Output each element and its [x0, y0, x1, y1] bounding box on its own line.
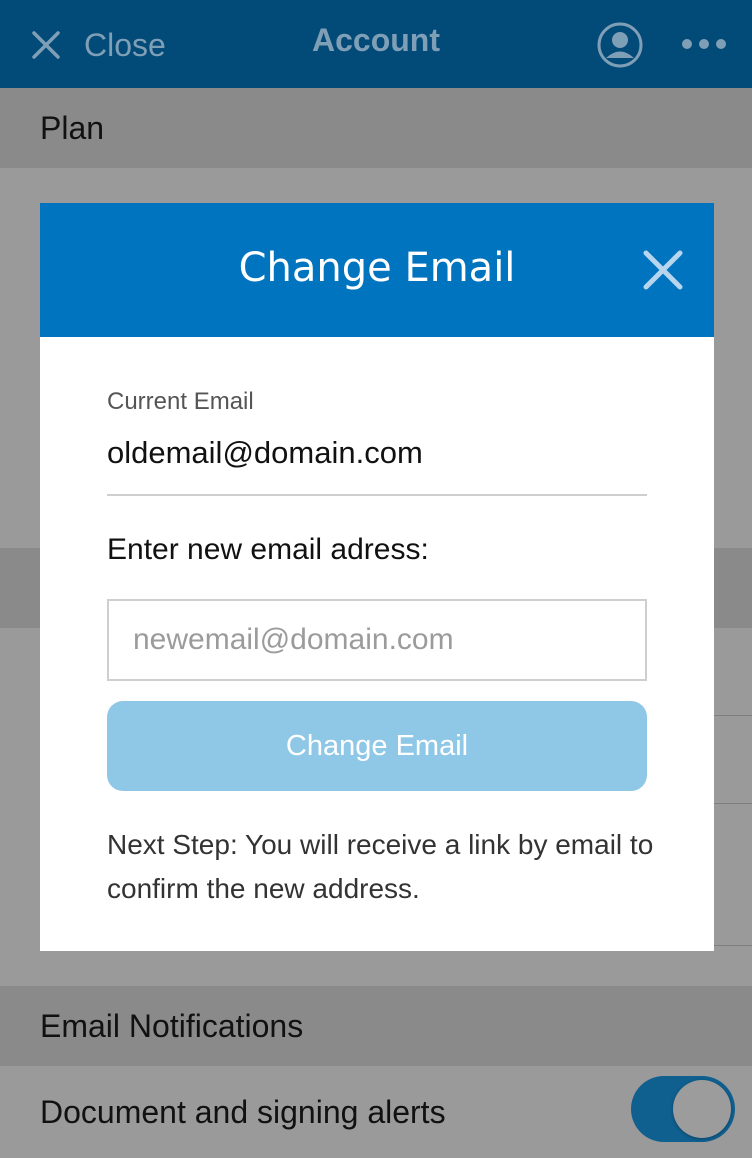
- email-notifications-header: Email Notifications: [0, 986, 752, 1066]
- change-email-button[interactable]: Change Email: [107, 701, 647, 791]
- row-divider: [714, 715, 752, 716]
- new-email-input[interactable]: [107, 599, 647, 681]
- modal-title: Change Email: [238, 245, 516, 291]
- modal-close-icon[interactable]: [642, 249, 684, 291]
- current-email-label: Current Email: [107, 388, 254, 415]
- current-email-underline: [107, 494, 647, 496]
- row-divider: [714, 803, 752, 804]
- change-email-modal: Change Email Current Email oldemail@doma…: [40, 203, 714, 951]
- nav-close-button[interactable]: Close: [30, 22, 166, 68]
- document-alerts-toggle[interactable]: [631, 1076, 735, 1142]
- plan-section-header: Plan: [0, 88, 752, 168]
- document-alerts-label: Document and signing alerts: [40, 1094, 446, 1130]
- new-email-label: Enter new email adress:: [107, 533, 429, 566]
- profile-icon[interactable]: [596, 21, 644, 69]
- row-divider: [714, 945, 752, 946]
- modal-header: Change Email: [40, 203, 714, 337]
- more-icon[interactable]: [680, 33, 728, 55]
- toggle-knob: [673, 1080, 731, 1138]
- next-step-text: Next Step: You will receive a link by em…: [107, 829, 654, 904]
- close-icon: [32, 31, 60, 59]
- nav-close-label: Close: [84, 26, 166, 63]
- current-email-value: oldemail@domain.com: [107, 435, 423, 470]
- top-navbar: Close Account: [0, 0, 752, 88]
